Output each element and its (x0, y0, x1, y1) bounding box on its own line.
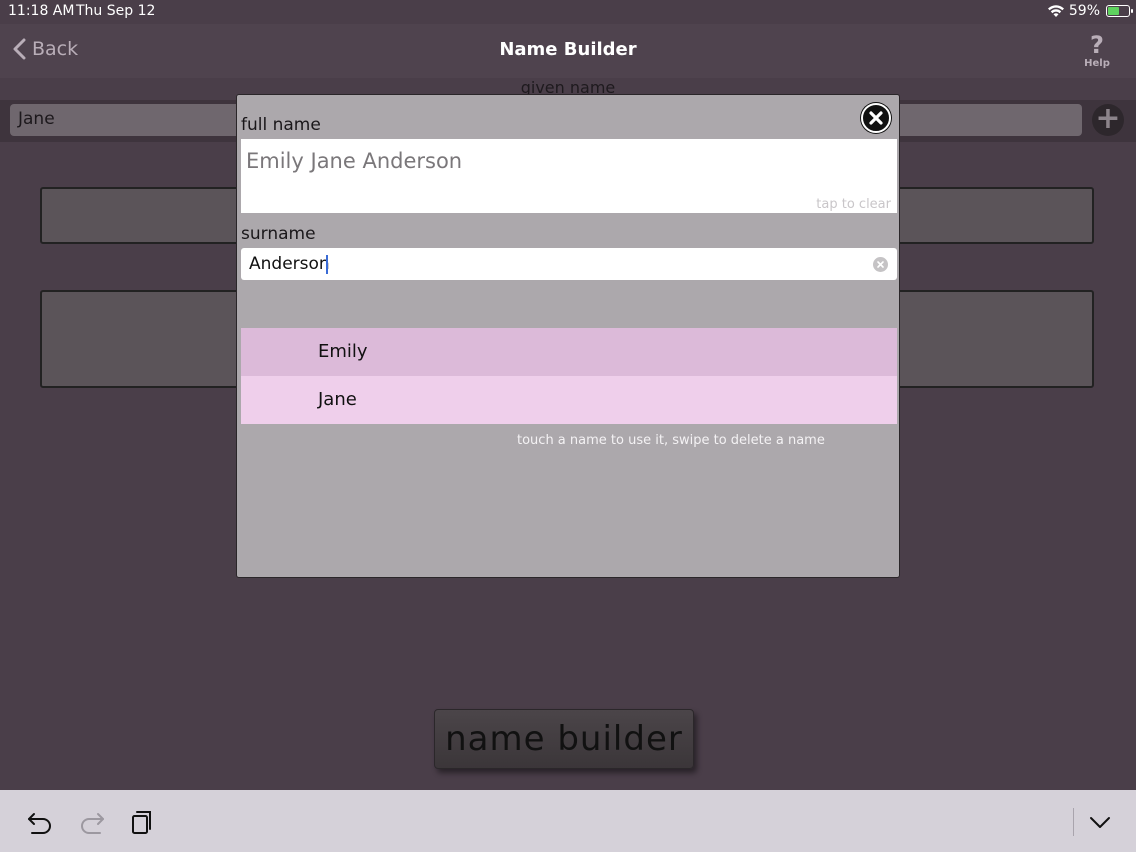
full-name-box[interactable]: Emily Jane Anderson tap to clear (241, 139, 897, 213)
undo-icon (28, 813, 51, 834)
redo-icon (81, 813, 104, 834)
battery-fill (1108, 7, 1119, 15)
paste-button[interactable] (128, 808, 156, 836)
help-button[interactable]: ? Help (1080, 32, 1114, 72)
list-item[interactable]: Jane (241, 376, 897, 424)
clipboard-icon (132, 811, 151, 834)
clear-icon (877, 261, 884, 268)
tap-to-clear-hint: tap to clear (816, 197, 891, 212)
status-indicators: 59% (1047, 3, 1133, 19)
full-name-value: Emily Jane Anderson (246, 149, 463, 173)
toolbar-divider (1073, 808, 1074, 836)
battery-percent: 59% (1068, 3, 1100, 19)
surname-label: surname (241, 224, 316, 244)
nav-bar: Back Name Builder ? Help (0, 24, 1136, 78)
clear-surname-button[interactable] (873, 257, 888, 272)
keyboard-toolbar (0, 790, 1136, 852)
surname-input[interactable] (241, 248, 897, 280)
page-title: Name Builder (499, 39, 637, 60)
wifi-icon (1047, 5, 1064, 17)
help-icon: ? (1090, 31, 1104, 59)
close-icon (869, 111, 883, 125)
text-caret (326, 255, 328, 274)
saved-names-list: Emily Jane (241, 328, 897, 424)
list-item[interactable]: Emily (241, 328, 897, 376)
undo-button[interactable] (26, 808, 54, 836)
battery-icon (1106, 5, 1133, 17)
hide-keyboard-button[interactable] (1086, 808, 1114, 836)
list-hint: touch a name to use it, swipe to delete … (517, 433, 825, 448)
chevron-down-icon (1090, 817, 1110, 828)
full-name-label: full name (241, 115, 321, 135)
status-time: 11:18 AM (8, 3, 75, 19)
name-picker-modal: full name Emily Jane Anderson tap to cle… (236, 94, 900, 578)
close-button[interactable] (861, 103, 891, 133)
status-bar: 11:18 AM Thu Sep 12 59% (0, 0, 1136, 24)
add-name-button[interactable]: + (1092, 104, 1124, 136)
help-label: Help (1084, 58, 1110, 69)
status-date: Thu Sep 12 (76, 3, 156, 19)
name-builder-button[interactable]: name builder (434, 709, 694, 769)
redo-button[interactable] (78, 808, 106, 836)
